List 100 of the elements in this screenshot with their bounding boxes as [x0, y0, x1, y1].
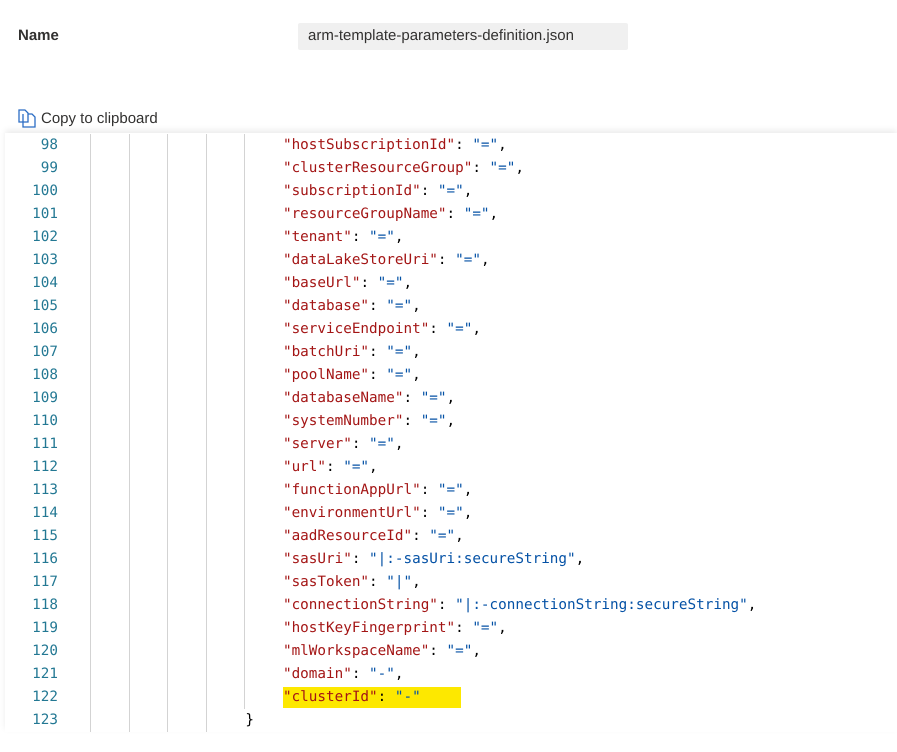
comma: , — [472, 320, 481, 339]
colon: : — [420, 480, 430, 500]
comma: , — [576, 550, 584, 569]
colon: : — [352, 550, 360, 569]
json-value: "=" — [386, 342, 412, 362]
json-key: "serviceEndpoint" — [282, 318, 430, 340]
comma: , — [464, 182, 472, 201]
line-number: 115 — [31, 526, 58, 546]
colon: : — [420, 504, 430, 523]
json-value: "=" — [429, 526, 456, 546]
json-key: "poolName" — [282, 364, 370, 386]
line-number: 104 — [31, 274, 58, 293]
line-number: 120 — [31, 642, 58, 661]
json-value: "-" — [369, 664, 395, 684]
line-number: 105 — [31, 296, 58, 316]
json-value: "=" — [378, 274, 404, 293]
colon: : — [472, 158, 481, 178]
line-number: 110 — [31, 412, 58, 431]
json-value: "=" — [490, 158, 516, 178]
comma: , — [394, 664, 404, 684]
comma: , — [446, 412, 456, 431]
json-value: "=" — [386, 296, 412, 316]
colon: : — [403, 412, 412, 431]
json-key: "subscriptionId" — [282, 180, 421, 202]
line-number: 108 — [31, 366, 58, 385]
copy-icon — [18, 109, 36, 129]
line-number: 106 — [31, 320, 58, 339]
json-key: "environmentUrl" — [282, 502, 421, 524]
line-number: 99 — [40, 158, 58, 178]
json-value: "|:-sasUri:secureString" — [369, 550, 576, 569]
json-key: "connectionString" — [282, 594, 438, 616]
json-value: "=" — [446, 642, 472, 661]
json-value: "=" — [472, 618, 498, 638]
comma: , — [490, 204, 498, 224]
colon: : — [352, 664, 360, 684]
json-key: "url" — [282, 456, 326, 478]
colon: : — [438, 596, 447, 615]
json-key: "tenant" — [282, 226, 352, 248]
line-number: 118 — [31, 596, 58, 615]
copy-to-clipboard-button[interactable]: Copy to clipboard — [18, 106, 158, 132]
colon: : — [455, 136, 464, 155]
json-value: "=" — [438, 504, 464, 523]
json-key: "baseUrl" — [282, 272, 360, 294]
line-number: 121 — [31, 664, 58, 684]
comma: , — [412, 366, 421, 385]
comma: , — [412, 572, 421, 592]
comma: , — [394, 434, 404, 454]
line-number: 119 — [31, 618, 58, 638]
comma: , — [472, 642, 481, 661]
line-number: 123 — [31, 710, 58, 730]
json-key: "batchUri" — [282, 342, 370, 364]
json-value: "=" — [369, 228, 395, 247]
line-number: 117 — [31, 572, 58, 592]
json-value: "=" — [369, 434, 395, 454]
json-value: "=" — [420, 388, 447, 408]
line-number: 122 — [31, 688, 58, 707]
colon: : — [369, 296, 378, 316]
json-key: "clusterResourceGroup" — [282, 158, 472, 180]
colon: : — [455, 618, 464, 638]
closing-brace: } — [244, 710, 254, 730]
colon: : — [446, 204, 456, 224]
colon: : — [438, 250, 447, 270]
comma: , — [748, 596, 756, 615]
line-number: 102 — [31, 228, 58, 247]
json-key: "mlWorkspaceName" — [282, 640, 430, 662]
json-key: "sasToken" — [282, 572, 370, 594]
json-key: "clusterId" — [282, 686, 378, 708]
line-number: 101 — [31, 204, 58, 224]
comma: , — [464, 504, 472, 523]
json-key: "functionAppUrl" — [282, 480, 421, 502]
line-number: 109 — [31, 388, 58, 408]
colon: : — [360, 274, 370, 293]
comma: , — [480, 250, 490, 270]
json-value: "=" — [446, 320, 472, 339]
json-value: "=" — [438, 182, 464, 201]
colon: : — [403, 388, 412, 408]
json-key: "hostKeyFingerprint" — [282, 618, 456, 640]
json-key: "databaseName" — [282, 388, 404, 410]
comma: , — [412, 342, 421, 362]
line-number: 103 — [31, 250, 58, 270]
file-name-field: arm-template-parameters-definition.json — [298, 22, 628, 50]
json-value: "|" — [386, 572, 412, 592]
comma: , — [498, 136, 507, 155]
json-key: "server" — [282, 434, 352, 456]
line-number: 107 — [31, 342, 58, 362]
comma: , — [498, 618, 507, 638]
name-label: Name — [18, 26, 60, 46]
comma: , — [394, 228, 404, 247]
colon: : — [412, 526, 421, 546]
json-value: "=" — [420, 412, 447, 431]
json-key: "resourceGroupName" — [282, 204, 447, 226]
comma: , — [464, 480, 472, 500]
colon: : — [420, 182, 430, 201]
json-key: "systemNumber" — [282, 410, 404, 432]
json-key: "hostSubscriptionId" — [282, 134, 456, 156]
json-key: "domain" — [282, 664, 352, 686]
colon: : — [429, 642, 438, 661]
line-number: 112 — [31, 458, 58, 477]
json-value: "=" — [386, 366, 412, 385]
comma: , — [446, 388, 456, 408]
